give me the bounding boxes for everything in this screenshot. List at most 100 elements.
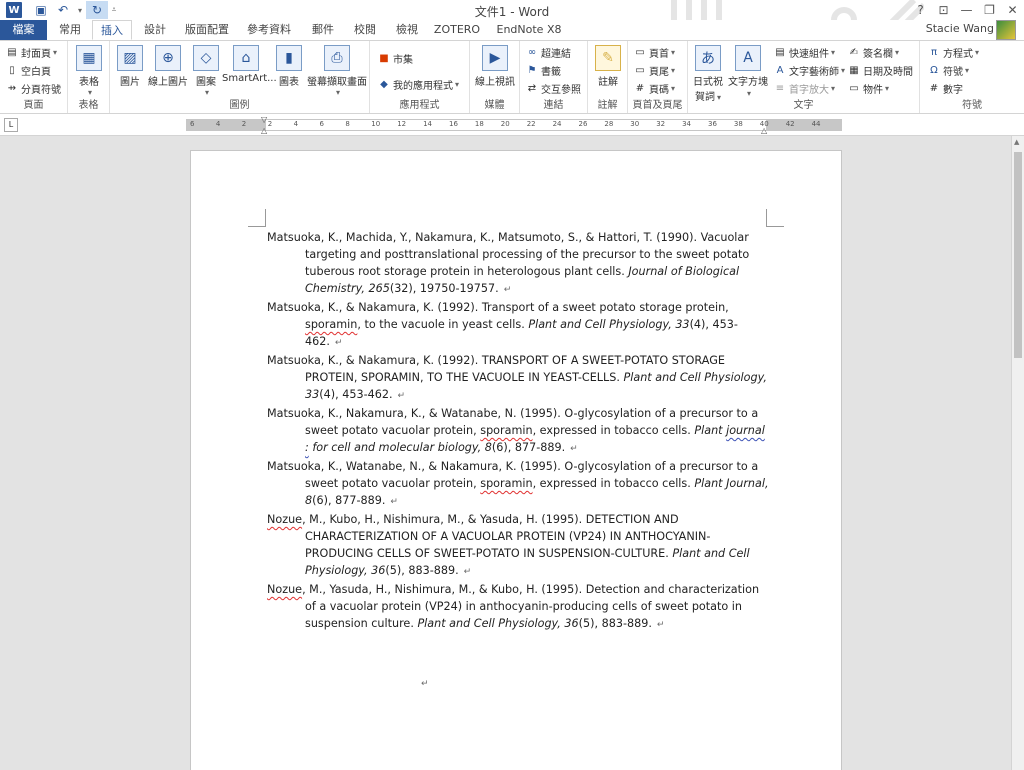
- reference-paragraph[interactable]: Matsuoka, K., Nakamura, K., & Watanabe, …: [267, 405, 771, 458]
- horizontal-ruler[interactable]: 6 4 2 2 4 6 8 10 12 14 16 18 20 22 24 26 28 30 32 34 36 38 40 4…: [0, 114, 1024, 136]
- page-number-button[interactable]: # 頁碼 ▾: [634, 81, 675, 96]
- tab-layout[interactable]: 版面配置: [182, 20, 232, 40]
- symbol-button[interactable]: Ω 符號 ▾: [928, 63, 969, 78]
- object-button[interactable]: ▭ 物件 ▾: [848, 81, 889, 96]
- shapes-button[interactable]: ◇ 圖案 ▾: [190, 45, 222, 97]
- group-label-header-footer: 頁首及頁尾: [632, 100, 683, 111]
- group-text: あ日式祝賀詞 ▾ A 文字方塊▾ ▤ 快速組件 ▾ A 文字藝術師 ▾ ≡ 首字放大 ▾ ✍ 簽名…: [688, 41, 920, 113]
- picture-icon: ▨: [117, 45, 143, 71]
- user-name[interactable]: Stacie Wang: [926, 22, 994, 35]
- shapes-icon: ◇: [193, 45, 219, 71]
- equation-button[interactable]: π 方程式 ▾: [928, 45, 979, 60]
- header-icon: ▭: [635, 47, 645, 58]
- group-label-text: 文字: [793, 100, 814, 111]
- ruler-tick-label: 26: [578, 120, 588, 128]
- help-icon[interactable]: ?: [909, 0, 932, 20]
- ribbon-display-options-icon[interactable]: ⊡: [932, 0, 955, 20]
- drop-cap-icon: ≡: [775, 83, 785, 94]
- vertical-scrollbar[interactable]: ▲: [1011, 136, 1024, 770]
- right-indent-marker-icon[interactable]: △: [761, 126, 767, 135]
- greeting-button[interactable]: あ日式祝賀詞 ▾: [690, 45, 726, 103]
- group-links: ∞ 超連結 ⚑ 書籤 ⇄ 交互參照 連結: [520, 41, 588, 113]
- text-box-icon: A: [735, 45, 761, 71]
- reference-text: (4), 453-462.: [319, 388, 393, 401]
- reference-paragraph[interactable]: Matsuoka, K., Watanabe, N., & Nakamura, …: [267, 458, 771, 511]
- spelling-error-word: sporamin: [480, 477, 533, 490]
- document-body[interactable]: Matsuoka, K., Machida, Y., Nakamura, K.,…: [267, 229, 771, 634]
- online-video-icon: ▶: [482, 45, 508, 71]
- tab-review[interactable]: 校閱: [348, 20, 382, 40]
- table-icon: ▦: [76, 45, 102, 71]
- text-box-button[interactable]: A 文字方塊▾: [728, 45, 768, 99]
- group-header-footer: ▭ 頁首 ▾ ▭ 頁尾 ▾ # 頁碼 ▾ 頁首及頁尾: [628, 41, 688, 113]
- scroll-up-arrow-icon[interactable]: ▲: [1014, 138, 1019, 146]
- table-button[interactable]: ▦ 表格 ▾: [74, 45, 104, 97]
- pictures-button[interactable]: ▨ 圖片: [114, 45, 146, 88]
- minimize-icon[interactable]: —: [955, 0, 978, 20]
- tab-references[interactable]: 參考資料: [244, 20, 294, 40]
- tab-home[interactable]: 常用: [53, 20, 87, 40]
- paragraph-mark: ↵: [570, 444, 578, 454]
- drop-cap-button[interactable]: ≡ 首字放大 ▾: [774, 81, 835, 96]
- date-time-button[interactable]: ▦ 日期及時間: [848, 63, 913, 78]
- tab-design[interactable]: 設計: [138, 20, 172, 40]
- group-pages: ▤ 封面頁 ▾ ▯ 空白頁 ⇸ 分頁符號 頁面: [0, 41, 68, 113]
- my-apps-button[interactable]: ◆ 我的應用程式 ▾: [378, 77, 459, 92]
- first-line-indent-marker-icon[interactable]: ▽: [261, 115, 267, 124]
- wordart-icon: A: [776, 65, 784, 76]
- ruler-tick-label: 12: [397, 120, 407, 128]
- reference-paragraph[interactable]: Matsuoka, K., & Nakamura, K. (1992). TRA…: [267, 352, 771, 405]
- comment-button[interactable]: ✎ 註解: [592, 45, 624, 88]
- equation-icon: π: [930, 47, 938, 58]
- paragraph-mark: ↵: [390, 497, 398, 507]
- hyperlink-icon: ∞: [527, 47, 537, 58]
- tab-stop-selector[interactable]: L: [4, 118, 18, 132]
- reference-paragraph[interactable]: Matsuoka, K., Machida, Y., Nakamura, K.,…: [267, 229, 771, 299]
- signature-line-button[interactable]: ✍ 簽名欄 ▾: [848, 45, 899, 60]
- store-button[interactable]: ■ 市集: [378, 51, 413, 66]
- screenshot-button[interactable]: ⎙ 螢幕擷取畫面 ▾: [306, 45, 368, 97]
- quick-parts-button[interactable]: ▤ 快速組件 ▾: [774, 45, 835, 60]
- object-icon: ▭: [849, 83, 859, 94]
- online-pictures-button[interactable]: ⊕ 線上圖片: [148, 45, 188, 88]
- reference-paragraph[interactable]: Matsuoka, K., & Nakamura, K. (1992). Tra…: [267, 299, 771, 352]
- group-media: ▶ 線上視訊 媒體: [470, 41, 520, 113]
- tab-view[interactable]: 檢視: [390, 20, 424, 40]
- ruler-tick-label: 36: [708, 120, 717, 128]
- ruler-tick-label: 4: [215, 120, 221, 128]
- hyperlink-button[interactable]: ∞ 超連結: [526, 45, 571, 60]
- chart-button[interactable]: ▮ 圖表: [274, 45, 304, 88]
- header-button[interactable]: ▭ 頁首 ▾: [634, 45, 675, 60]
- comment-icon: ✎: [595, 45, 621, 71]
- restore-icon[interactable]: ❐: [978, 0, 1001, 20]
- ruler-tick-label: 14: [423, 120, 433, 128]
- reference-paragraph[interactable]: Nozue, M., Yasuda, H., Nishimura, M., & …: [267, 581, 771, 634]
- footer-button[interactable]: ▭ 頁尾 ▾: [634, 63, 675, 78]
- number-button[interactable]: # 數字: [928, 81, 963, 96]
- online-video-button[interactable]: ▶ 線上視訊: [474, 45, 516, 88]
- document-page[interactable]: Matsuoka, K., Machida, Y., Nakamura, K.,…: [190, 150, 842, 770]
- close-icon[interactable]: ✕: [1001, 0, 1024, 20]
- tab-zotero[interactable]: ZOTERO: [432, 20, 482, 40]
- hanging-indent-marker-icon[interactable]: △: [261, 126, 267, 135]
- ruler-tick-label: 24: [552, 120, 562, 128]
- ruler-tick-label: 6: [319, 120, 324, 128]
- scrollbar-thumb[interactable]: [1014, 152, 1022, 358]
- tab-mailings[interactable]: 郵件: [306, 20, 340, 40]
- tab-endnote[interactable]: EndNote X8: [495, 20, 563, 40]
- tab-insert[interactable]: 插入: [92, 20, 132, 40]
- wordart-button[interactable]: A 文字藝術師 ▾: [774, 63, 845, 78]
- blank-page-icon: ▯: [9, 65, 15, 76]
- page-break-button[interactable]: ⇸ 分頁符號: [6, 81, 61, 96]
- ruler-tick-label: 42: [785, 120, 795, 128]
- reference-paragraph[interactable]: Nozue, M., Kubo, H., Nishimura, M., & Ya…: [267, 511, 771, 581]
- reference-text: , M., Kubo, H., Nishimura, M., & Yasuda,…: [302, 513, 711, 560]
- tab-file[interactable]: 檔案: [0, 20, 47, 40]
- blank-page-button[interactable]: ▯ 空白頁: [6, 63, 51, 78]
- smartart-button[interactable]: ⌂ SmartArt...: [222, 45, 277, 84]
- avatar[interactable]: [996, 20, 1016, 40]
- cross-reference-button[interactable]: ⇄ 交互參照: [526, 81, 581, 96]
- cover-page-button[interactable]: ▤ 封面頁 ▾: [6, 45, 57, 60]
- ruler-tick-label: 38: [733, 120, 743, 128]
- bookmark-button[interactable]: ⚑ 書籤: [526, 63, 561, 78]
